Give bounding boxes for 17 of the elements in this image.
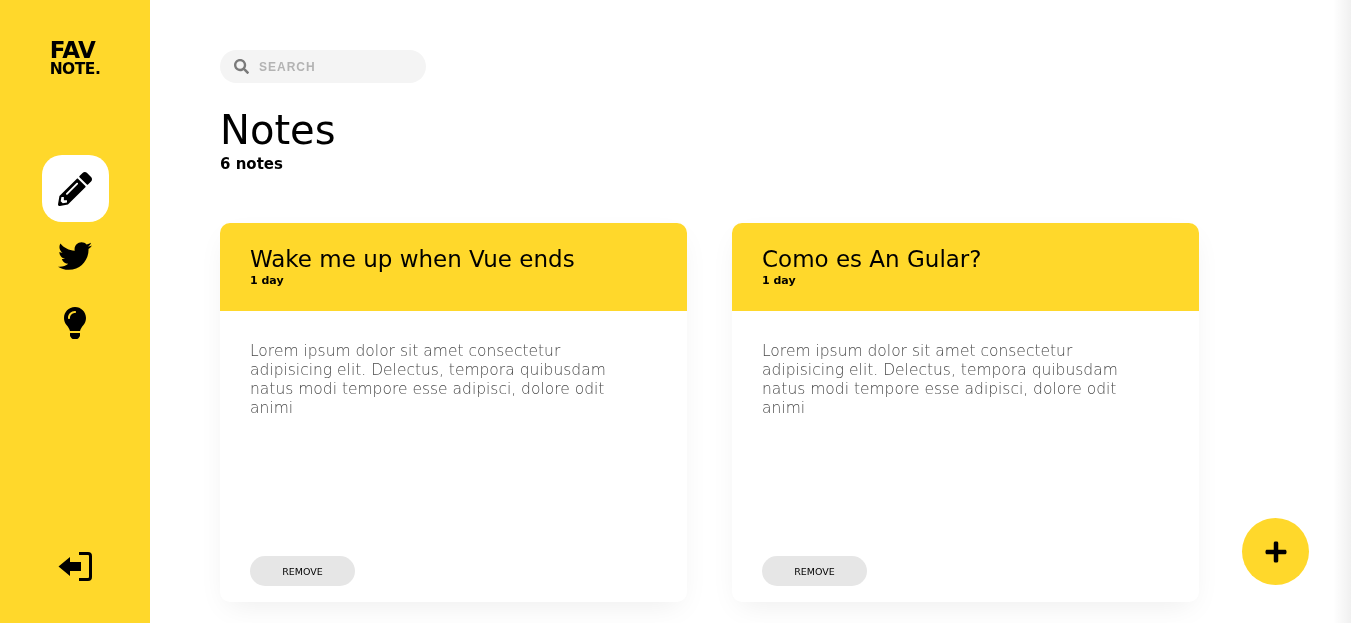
pencil-icon: [58, 171, 92, 206]
logo: FAV NOTE.: [49, 40, 101, 77]
plus-icon: [1263, 539, 1288, 564]
note-date: 1 day: [762, 274, 796, 288]
nav-button[interactable]: [41, 155, 109, 222]
note-date: 1 day: [250, 274, 284, 288]
remove-button[interactable]: REMOVE: [762, 556, 867, 586]
note-content: Lorem ipsum dolor sit amet consectetur adipisicing elit. Delectus, tempora quibusdam natus modi tempore esse adipisci, dolore odit animi: [250, 342, 607, 418]
notes-count: 6 notes: [220, 154, 283, 174]
search-icon: [234, 59, 249, 74]
note-title: Wake me up when Vue ends: [250, 245, 575, 274]
note-title: Como es An Gular?: [762, 245, 982, 274]
note-content: Lorem ipsum dolor sit amet consectetur adipisicing elit. Delectus, tempora quibusdam natus modi tempore esse adipisci, dolore odit animi: [762, 342, 1119, 418]
page-title: Notes: [220, 106, 336, 154]
search-field[interactable]: SEARCH: [220, 50, 426, 83]
remove-button[interactable]: REMOVE: [250, 556, 355, 586]
logout-icon: [58, 552, 92, 581]
